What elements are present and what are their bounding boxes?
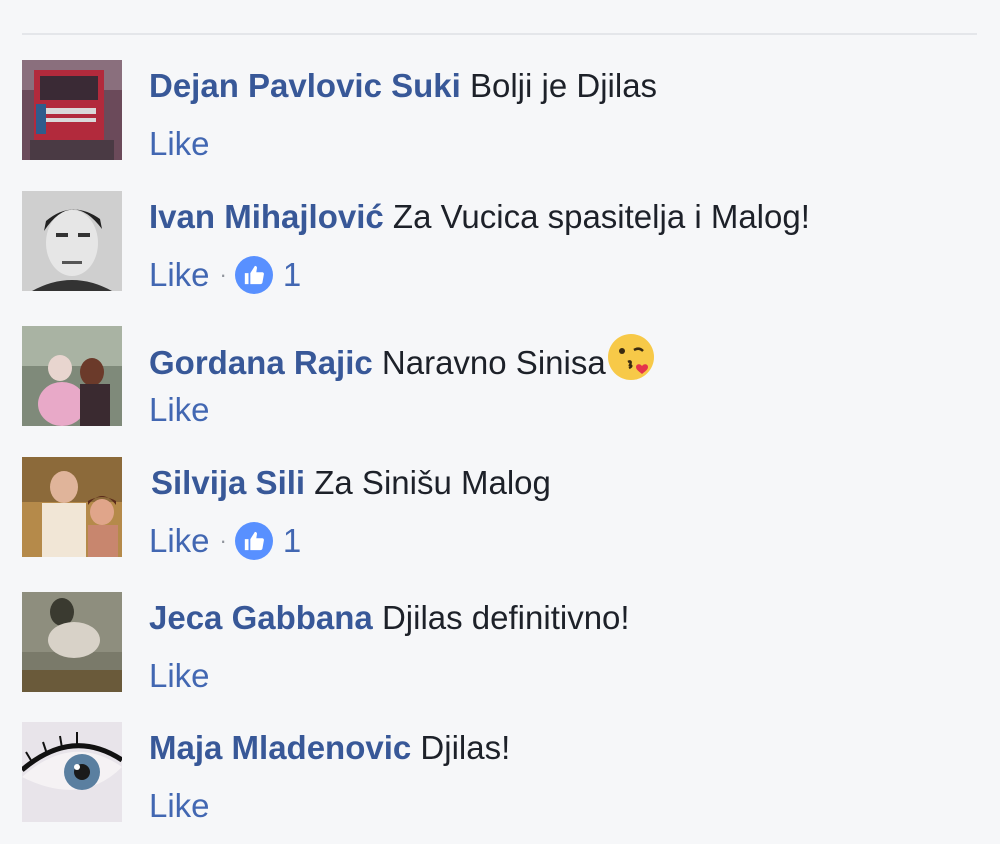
comment-text: Za Sinišu Malog (314, 464, 551, 501)
comment-author[interactable]: Maja Mladenovic (149, 729, 411, 766)
comment-item: Jeca Gabbana Djilas definitivno! Like (22, 592, 962, 696)
like-link[interactable]: Like (149, 390, 210, 430)
reaction-count[interactable]: 1 (283, 521, 301, 561)
man-portrait-photo-icon (22, 191, 122, 291)
comment-item: Gordana Rajic Naravno Sinisa Like (22, 326, 962, 430)
like-link[interactable]: Like (149, 521, 210, 561)
couple-photo-icon (22, 457, 122, 557)
top-divider (22, 33, 977, 35)
comment-author[interactable]: Jeca Gabbana (149, 599, 373, 636)
comment-author[interactable]: Silvija Sili (151, 464, 305, 501)
like-link[interactable]: Like (149, 786, 210, 826)
separator-dot: · (219, 262, 227, 287)
avatar[interactable] (22, 592, 122, 692)
thumbs-up-icon[interactable] (234, 256, 273, 294)
comment-author[interactable]: Dejan Pavlovic Suki (149, 67, 461, 104)
like-link[interactable]: Like (149, 656, 210, 696)
comment-author[interactable]: Ivan Mihajlović (149, 198, 384, 235)
avatar[interactable] (22, 722, 122, 822)
comment-text: Bolji je Djilas (469, 67, 658, 104)
truck-photo-icon (22, 60, 122, 160)
avatar[interactable] (22, 326, 122, 426)
comment-text: Djilas definitivno! (381, 599, 630, 636)
woman-photo-icon (22, 592, 122, 692)
eye-closeup-photo-icon (22, 722, 122, 822)
comment-author[interactable]: Gordana Rajic (149, 344, 373, 381)
reaction-count[interactable]: 1 (283, 255, 301, 295)
comment-item: Maja Mladenovic Djilas! Like (22, 722, 962, 826)
avatar[interactable] (22, 60, 122, 160)
comment-item: Dejan Pavlovic Suki Bolji je Djilas Like (22, 60, 962, 164)
woman-with-child-photo-icon (22, 326, 122, 426)
comment-text: Naravno Sinisa (381, 344, 606, 381)
comment-text: Djilas! (420, 729, 511, 766)
comment-text: Za Vucica spasitelja i Malog! (392, 198, 810, 235)
thumbs-up-icon[interactable] (234, 522, 273, 560)
separator-dot: · (219, 528, 227, 553)
comment-item: Ivan Mihajlović Za Vucica spasitelja i M… (22, 191, 962, 295)
kiss-face-emoji-icon (607, 334, 654, 380)
avatar[interactable] (22, 191, 122, 291)
comment-item: Silvija Sili Za Sinišu Malog Like · 1 (22, 457, 962, 561)
like-link[interactable]: Like (149, 255, 210, 295)
avatar[interactable] (22, 457, 122, 557)
like-link[interactable]: Like (149, 124, 210, 164)
